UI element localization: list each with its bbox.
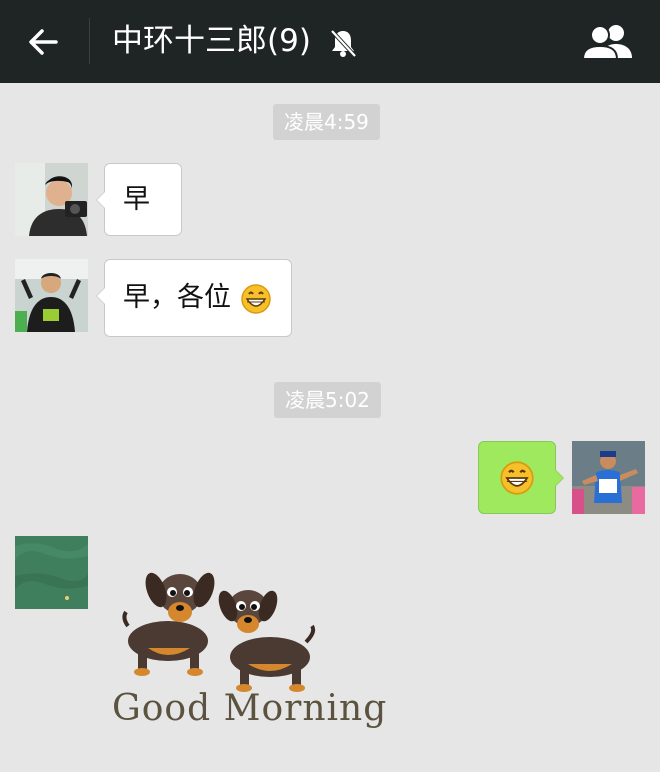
grinning-face-icon <box>240 283 271 314</box>
chat-header: 中环十三郎(9) <box>0 0 660 83</box>
message-timestamp: 凌晨4:59 <box>273 104 380 140</box>
avatar[interactable] <box>15 536 88 609</box>
avatar[interactable] <box>15 163 88 236</box>
message-bubble[interactable]: 早 <box>96 163 182 236</box>
message-text: 早 <box>123 184 150 215</box>
group-members-icon[interactable] <box>580 20 636 64</box>
bell-off-icon <box>330 29 357 58</box>
chat-title[interactable]: 中环十三郎(9) <box>112 20 311 62</box>
own-message-bubble[interactable] <box>478 441 564 514</box>
message-text: 早，各位 <box>123 282 231 313</box>
avatar[interactable] <box>15 259 88 332</box>
message-timestamp: 凌晨5:02 <box>274 382 381 418</box>
sticker-caption: Good Morning <box>112 688 388 729</box>
arrow-left-icon[interactable] <box>22 20 66 64</box>
message-bubble[interactable]: 早，各位 <box>96 259 292 337</box>
own-avatar[interactable] <box>572 441 645 514</box>
header-divider <box>89 18 90 64</box>
grinning-face-icon <box>500 461 534 495</box>
